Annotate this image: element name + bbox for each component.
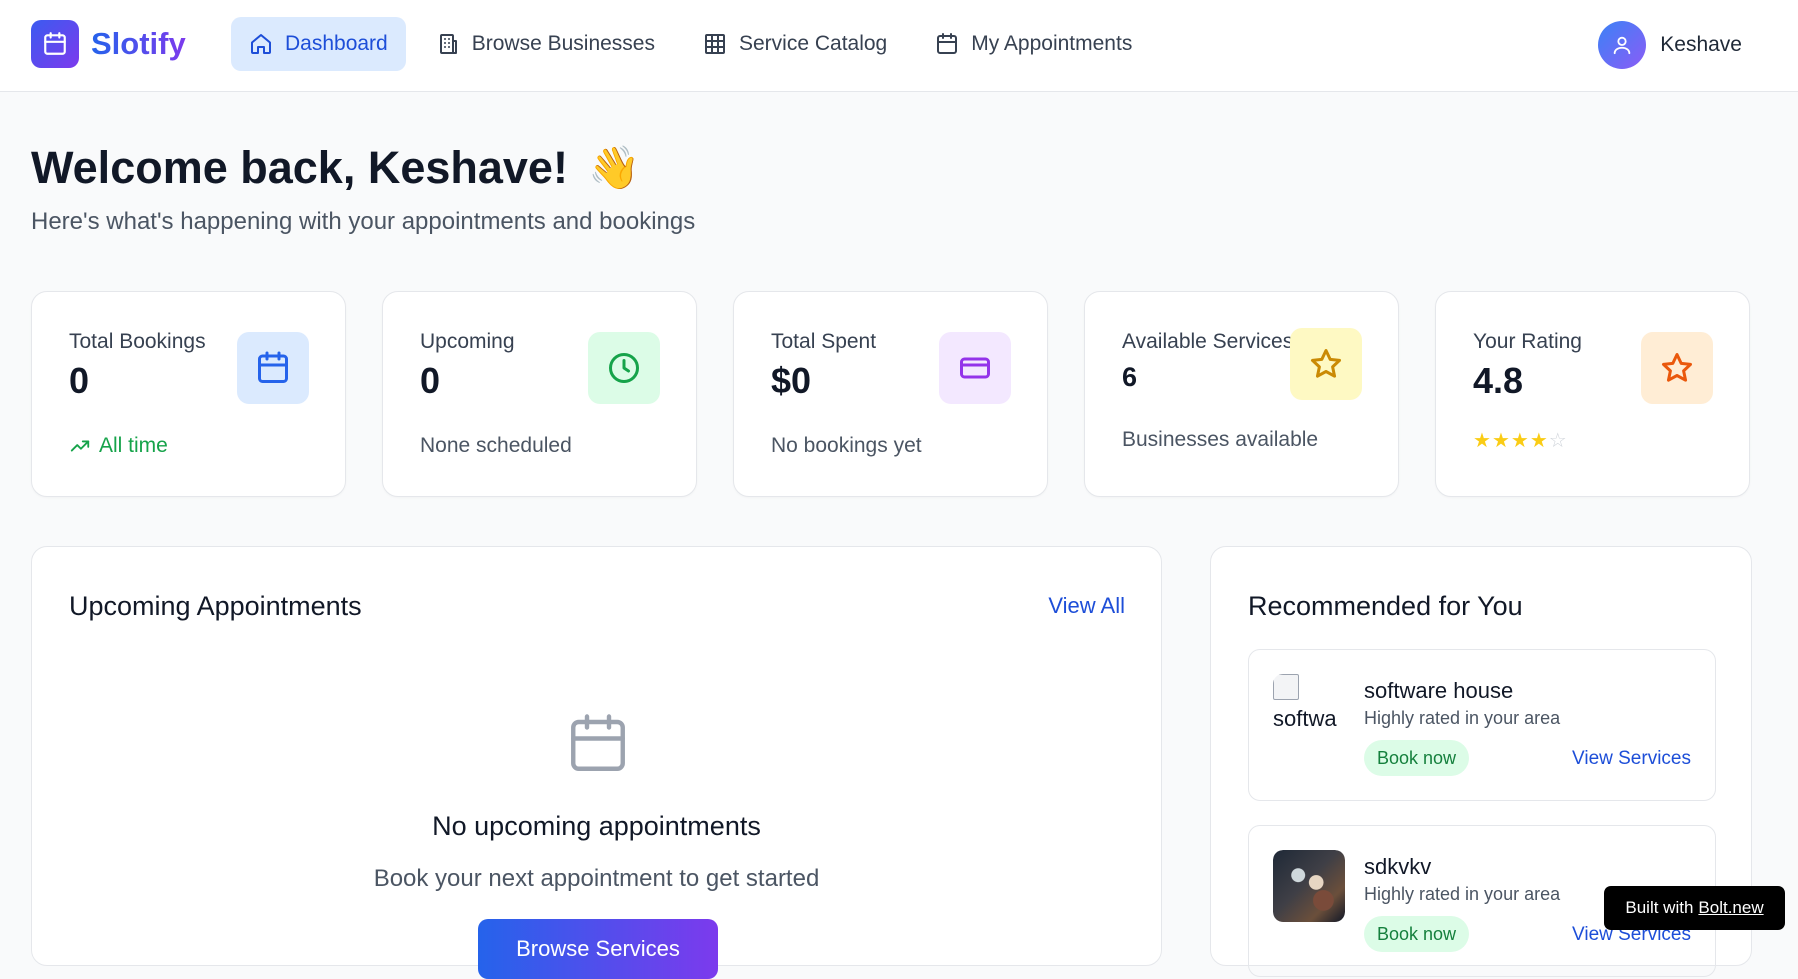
nav-item-label: Dashboard	[285, 32, 388, 55]
stat-sub-text: All time	[99, 434, 168, 457]
welcome-subtitle: Here's what's happening with your appoin…	[31, 208, 696, 235]
star-filled-icon: ★	[1510, 430, 1530, 452]
avatar[interactable]	[1598, 21, 1647, 69]
user-icon	[1614, 36, 1631, 55]
main-nav: Dashboard Browse Businesses Service Cata…	[231, 17, 1150, 71]
book-now-button[interactable]: Book now	[1364, 740, 1470, 776]
book-now-button[interactable]: Book now	[1364, 916, 1470, 952]
user-menu[interactable]: Keshave	[1598, 21, 1742, 69]
building-icon	[439, 34, 457, 54]
business-thumbnail: softwa	[1273, 674, 1345, 746]
nav-item-browse-businesses[interactable]: Browse Businesses	[418, 17, 673, 71]
nav-item-my-appointments[interactable]: My Appointments	[917, 17, 1150, 71]
stat-sub: No bookings yet	[771, 434, 922, 457]
empty-state-title: No upcoming appointments	[432, 811, 761, 841]
nav-item-label: My Appointments	[971, 32, 1133, 55]
business-name: sdkvkv	[1364, 854, 1432, 879]
nav-item-service-catalog[interactable]: Service Catalog	[685, 17, 905, 71]
panel-title: Recommended for You	[1248, 591, 1523, 621]
stat-card-total-bookings: Total Bookings 0 All time	[31, 291, 346, 497]
user-name: Keshave	[1660, 33, 1742, 56]
business-description: Highly rated in your area	[1364, 708, 1561, 728]
clock-icon	[588, 332, 660, 404]
stat-card-total-spent: Total Spent $0 No bookings yet	[733, 291, 1048, 497]
thumbnail-alt-text: softwa	[1273, 706, 1337, 731]
stats-row: Total Bookings 0 All time Upcoming 0 Non…	[31, 291, 1750, 497]
page-title: Welcome back, Keshave! 👋	[31, 142, 695, 194]
star-filled-icon: ★	[1491, 430, 1511, 452]
credit-card-icon	[939, 332, 1011, 404]
calendar-icon	[937, 33, 958, 54]
home-icon	[251, 34, 271, 54]
grid-icon	[704, 34, 725, 54]
brand-name: Slotify	[91, 26, 186, 61]
calendar-icon	[571, 714, 625, 771]
star-icon	[1290, 328, 1362, 400]
upcoming-appointments-panel: Upcoming Appointments View All No upcomi…	[31, 546, 1162, 979]
broken-image-icon	[1273, 674, 1299, 700]
brand[interactable]: Slotify	[31, 20, 186, 68]
view-all-link[interactable]: View All	[1048, 593, 1125, 619]
business-description: Highly rated in your area	[1364, 884, 1561, 904]
star-filled-icon: ★	[1473, 430, 1492, 452]
business-name: software house	[1364, 678, 1514, 703]
badge-prefix: Built with	[1625, 898, 1694, 917]
star-filled-icon: ★	[1529, 430, 1549, 452]
stat-card-your-rating: Your Rating 4.8 ★★★★☆	[1435, 291, 1750, 497]
business-photo	[1273, 850, 1345, 922]
welcome-title: Welcome back, Keshave!	[31, 142, 568, 193]
browse-services-button[interactable]: Browse Services	[478, 919, 718, 979]
trending-up-icon	[70, 440, 90, 452]
welcome-section: Welcome back, Keshave! 👋 Here's what's h…	[31, 142, 695, 236]
broken-image: softwa	[1273, 674, 1345, 746]
rating-stars: ★★★★☆	[1473, 428, 1568, 453]
built-with-badge[interactable]: Built with Bolt.new	[1604, 886, 1785, 930]
stat-card-available-services: Available Services 6 Businesses availabl…	[1084, 291, 1399, 497]
nav-item-label: Service Catalog	[738, 32, 888, 55]
view-services-link[interactable]: View Services	[1572, 748, 1691, 770]
panel-title: Upcoming Appointments	[69, 591, 362, 621]
business-thumbnail	[1273, 850, 1345, 922]
stat-sub: None scheduled	[420, 434, 572, 457]
recommended-item[interactable]: softwa software house Highly rated in yo…	[1248, 649, 1716, 801]
nav-item-dashboard[interactable]: Dashboard	[231, 17, 406, 71]
waving-hand-emoji: 👋	[587, 143, 641, 191]
stat-sub: All time	[69, 434, 168, 458]
nav-item-label: Browse Businesses	[471, 32, 655, 55]
calendar-icon	[237, 332, 309, 404]
calendar-icon	[31, 20, 79, 68]
star-icon	[1641, 332, 1713, 404]
top-header: Slotify Dashboard Browse Businesses Serv…	[0, 0, 1798, 92]
star-empty-icon: ☆	[1548, 430, 1568, 452]
bolt-link[interactable]: Bolt.new	[1698, 898, 1763, 918]
stat-sub: Businesses available	[1122, 428, 1319, 451]
empty-state-text: Book your next appointment to get starte…	[373, 865, 820, 892]
stat-card-upcoming: Upcoming 0 None scheduled	[382, 291, 697, 497]
